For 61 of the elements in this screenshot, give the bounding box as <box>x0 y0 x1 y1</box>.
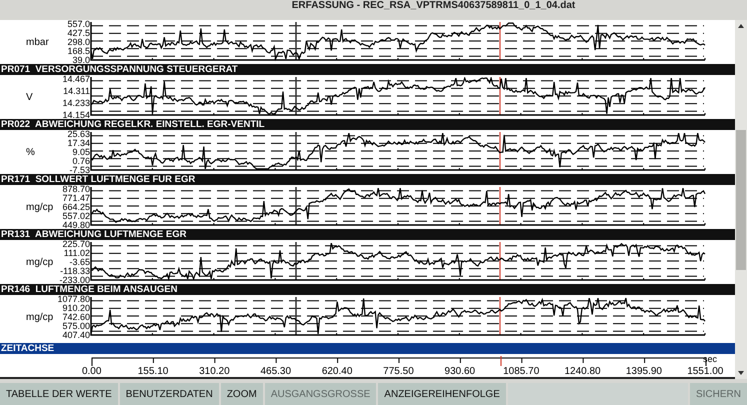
axis-tick-label: 449.80 <box>62 220 90 230</box>
time-tick-label: 0.00 <box>80 366 102 377</box>
axis-tick-label: 14.233 <box>62 98 90 108</box>
channel-header: PR131 ABWEICHUNG LUFTMENGE EGR <box>0 229 735 240</box>
scroll-down-icon[interactable] <box>736 369 746 377</box>
unit-label: % <box>25 146 35 158</box>
axis-tick-label: 771.47 <box>62 194 90 202</box>
unit-label: mg/cp <box>25 312 54 322</box>
time-tick-label: 775.50 <box>382 366 415 377</box>
axis-tick-label: 298.0 <box>67 38 90 46</box>
axis-tick-label: 910.20 <box>62 304 90 312</box>
toolbar-button[interactable]: TABELLE DER WERTE <box>0 383 118 405</box>
axis-tick-label: 427.5 <box>67 28 90 38</box>
time-axis-header: ZEITACHSE <box>0 343 735 354</box>
window-title: ERFASSUNG - REC_RSA_VPTRMS40637589811_0_1_04.dat <box>290 0 576 12</box>
time-tick-label: 1395.90 <box>624 366 663 377</box>
axis-tick-label: 14.467 <box>62 74 90 84</box>
unit-label: mg/cp <box>25 256 54 268</box>
axis-tick-label: -7.53 <box>69 166 90 174</box>
axis-tick-label: 878.70 <box>62 184 90 194</box>
axis-tick-label: 557.02 <box>62 212 90 220</box>
axis-tick-label: 39.0 <box>72 56 90 64</box>
channel-header: PR071 VERSORGUNGSSPANNUNG STEUERGERAT <box>0 64 735 75</box>
time-tick-label: 465.30 <box>259 366 292 377</box>
axis-tick-label: -233.00 <box>59 276 90 284</box>
channel-header: PR171 SOLLWERT LUFTMENGE FUR EGR <box>0 174 735 185</box>
axis-tick-label: 0.76 <box>72 156 90 166</box>
axis-tick-label: -118.33 <box>60 266 90 276</box>
channel-header: PR146 LUFTMENGE BEIM ANSAUGEN <box>0 284 735 295</box>
axis-tick-label: 557.0 <box>67 20 90 28</box>
axis-tick-label: 742.60 <box>62 312 90 322</box>
unit-label: V <box>25 92 33 102</box>
toolbar-button[interactable]: ZOOM <box>220 383 263 405</box>
axis-tick-label: 168.5 <box>67 46 90 56</box>
scroll-up-icon[interactable] <box>736 22 746 30</box>
time-tick-label: 310.20 <box>198 366 231 377</box>
unit-label: mg/cp <box>25 202 54 212</box>
time-tick-label: 930.60 <box>444 366 476 377</box>
axis-tick-label: 407.40 <box>62 330 90 340</box>
axis-tick-label: 111.02 <box>64 248 90 258</box>
time-tick-label: 1085.70 <box>502 366 540 377</box>
time-tick-label: 1240.80 <box>563 366 602 377</box>
axis-tick-label: 575.00 <box>62 322 90 330</box>
axis-tick-label: 664.25 <box>62 202 90 212</box>
axis-tick-label: 1077.80 <box>57 294 90 304</box>
scrollbar-thumb[interactable] <box>736 130 746 270</box>
axis-tick-label: 14.311 <box>63 86 90 96</box>
time-tick-label: 620.40 <box>320 366 354 377</box>
axis-tick-label: 9.05 <box>72 148 90 156</box>
toolbar-button[interactable]: BENUTZERDATEN <box>120 383 219 405</box>
axis-tick-label: 225.70 <box>62 240 90 248</box>
scrollbar[interactable] <box>735 20 747 379</box>
toolbar-button[interactable]: ANZEIGEREIHENFOLGE <box>378 383 506 405</box>
unit-label: mbar <box>25 36 49 48</box>
axis-tick-label: -3.65 <box>69 258 90 266</box>
channel-header: PR022 ABWEICHUNG REGELKR. EINSTELL. EGR-VENTIL <box>0 119 735 130</box>
axis-tick-label: 25.63 <box>67 130 90 138</box>
axis-tick-label: 17.34 <box>67 138 90 148</box>
time-tick-label: 155.10 <box>136 366 170 377</box>
time-tick-label: 1551.00 <box>686 366 724 377</box>
axis-tick-label: 14.154 <box>62 110 90 120</box>
